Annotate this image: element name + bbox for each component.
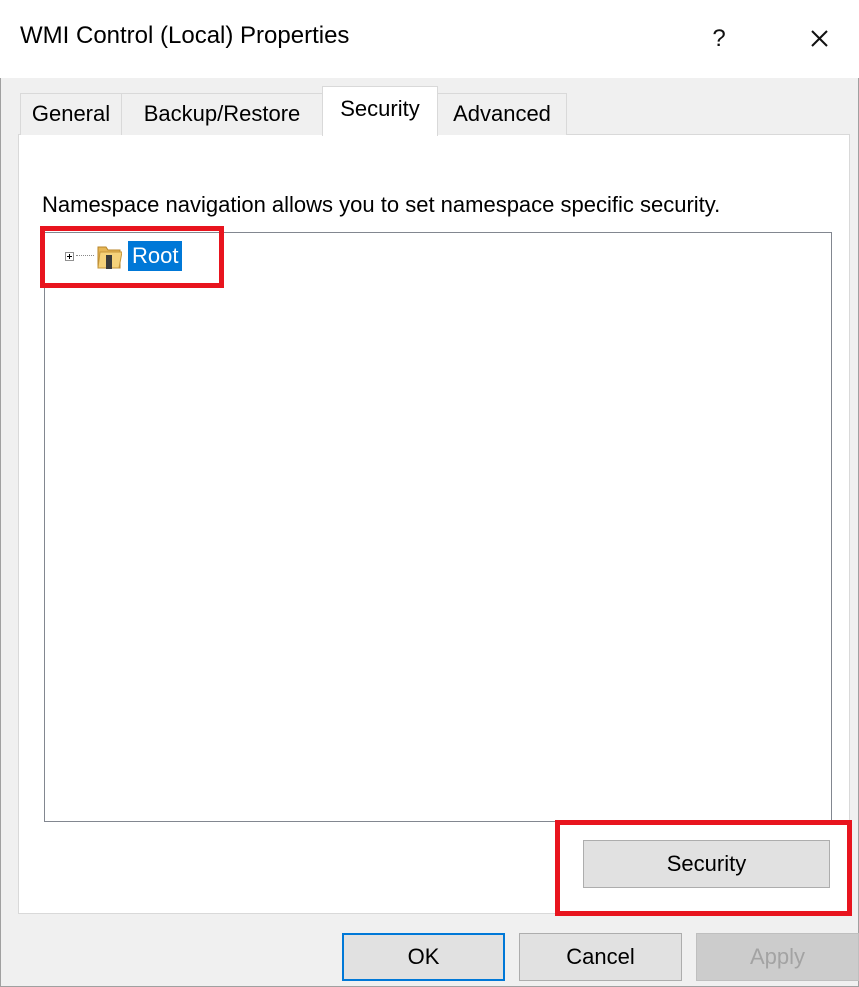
folder-icon [97, 246, 122, 269]
namespace-tree[interactable]: Root [44, 232, 832, 822]
close-button[interactable] [790, 14, 848, 64]
tree-connector [76, 255, 94, 257]
tab-advanced[interactable]: Advanced [437, 93, 567, 135]
namespace-description: Namespace navigation allows you to set n… [42, 192, 721, 217]
close-icon [811, 30, 828, 47]
window-title: WMI Control (Local) Properties [20, 22, 350, 49]
ok-button[interactable]: OK [342, 933, 505, 981]
title-bar: WMI Control (Local) Properties ? [0, 0, 859, 78]
help-button[interactable]: ? [690, 14, 748, 64]
plus-box-icon[interactable] [65, 251, 74, 261]
tree-node-root[interactable]: Root [65, 239, 183, 273]
apply-button[interactable]: Apply [696, 933, 859, 981]
cancel-button[interactable]: Cancel [519, 933, 682, 981]
tab-general[interactable]: General [20, 93, 122, 135]
tree-node-root-label[interactable]: Root [128, 241, 183, 271]
tab-backup-restore[interactable]: Backup/Restore [121, 93, 323, 135]
tab-security[interactable]: Security [322, 86, 438, 136]
security-button[interactable]: Security [583, 840, 830, 888]
